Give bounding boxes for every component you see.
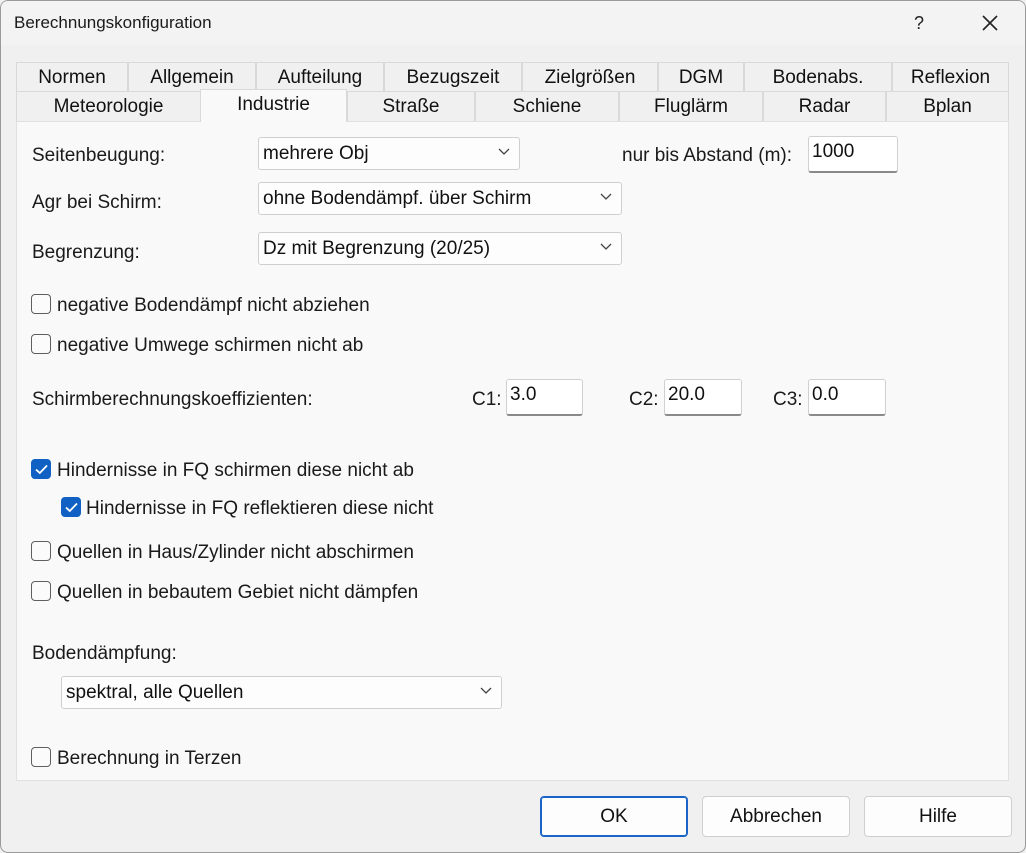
hindernisse-schirmen-label: Hindernisse in FQ schirmen diese nicht a… (57, 460, 414, 481)
hindernisse-reflektieren-label: Hindernisse in FQ reflektieren diese nic… (86, 498, 434, 519)
tab-bplan[interactable]: Bplan (886, 91, 1009, 121)
ok-button[interactable]: OK (540, 796, 688, 837)
seitenbeugung-value: mehrere Obj (263, 143, 369, 164)
quellen-haus-checkbox[interactable] (31, 541, 51, 561)
chevron-down-icon (498, 148, 510, 155)
checkmark-icon (65, 502, 78, 513)
agr-value: ohne Bodendämpf. über Schirm (263, 188, 532, 209)
c2-input[interactable]: 20.0 (664, 379, 742, 416)
window-title: Berechnungskonfiguration (14, 13, 212, 32)
agr-select[interactable]: ohne Bodendämpf. über Schirm (258, 182, 622, 215)
tab-bezugszeit[interactable]: Bezugszeit (384, 62, 522, 92)
quellen-bebaut-checkbox[interactable] (31, 581, 51, 601)
chevron-down-icon (600, 193, 612, 200)
tab-radar[interactable]: Radar (763, 91, 886, 121)
tab-industrie[interactable]: Industrie (200, 89, 347, 122)
schirm-koeff-label: Schirmberechnungskoeffizienten: (32, 389, 313, 410)
tab-fluglaerm[interactable]: Fluglärm (619, 91, 763, 121)
seitenbeugung-select[interactable]: mehrere Obj (258, 137, 520, 170)
begrenzung-label: Begrenzung: (32, 242, 140, 263)
hindernisse-reflektieren-checkbox[interactable] (61, 497, 81, 517)
c1-input[interactable]: 3.0 (506, 379, 583, 416)
close-icon (982, 15, 998, 31)
c3-input[interactable]: 0.0 (808, 379, 886, 416)
agr-label: Agr bei Schirm: (32, 192, 162, 213)
hindernisse-schirmen-checkbox[interactable] (31, 459, 51, 479)
neg-bodendaempf-label: negative Bodendämpf nicht abziehen (57, 295, 370, 316)
neg-umwege-label: negative Umwege schirmen nicht ab (57, 335, 364, 356)
bodendaempfung-value: spektral, alle Quellen (66, 682, 244, 703)
neg-bodendaempf-checkbox[interactable] (31, 294, 51, 314)
tab-normen[interactable]: Normen (16, 62, 128, 92)
cancel-button[interactable]: Abbrechen (702, 796, 850, 837)
dialog-window: Berechnungskonfiguration ? Normen Allgem… (0, 0, 1026, 853)
begrenzung-select[interactable]: Dz mit Begrenzung (20/25) (258, 232, 622, 265)
tab-schiene[interactable]: Schiene (475, 91, 619, 121)
seitenbeugung-label: Seitenbeugung: (32, 145, 166, 166)
c2-label: C2: (629, 389, 659, 410)
tab-allgemein[interactable]: Allgemein (128, 62, 256, 92)
tab-meteorologie[interactable]: Meteorologie (16, 91, 201, 121)
tab-dgm[interactable]: DGM (658, 62, 744, 92)
quellen-haus-label: Quellen in Haus/Zylinder nicht abschirme… (57, 542, 414, 563)
begrenzung-value: Dz mit Begrenzung (20/25) (263, 238, 491, 259)
tab-zielgroessen[interactable]: Zielgrößen (522, 62, 658, 92)
close-button[interactable] (967, 7, 1013, 39)
bodendaempfung-select[interactable]: spektral, alle Quellen (61, 676, 502, 709)
tab-bodenabs[interactable]: Bodenabs. (744, 62, 892, 92)
terzen-label: Berechnung in Terzen (57, 748, 242, 769)
tab-reflexion[interactable]: Reflexion (892, 62, 1009, 92)
tab-aufteilung[interactable]: Aufteilung (256, 62, 384, 92)
chevron-down-icon (600, 243, 612, 250)
neg-umwege-checkbox[interactable] (31, 334, 51, 354)
checkmark-icon (35, 464, 48, 475)
title-bar: Berechnungskonfiguration ? (1, 1, 1025, 45)
help-title-button[interactable]: ? (897, 7, 941, 39)
quellen-bebaut-label: Quellen in bebautem Gebiet nicht dämpfen (57, 582, 419, 603)
tab-strasse[interactable]: Straße (347, 91, 475, 121)
c1-label: C1: (472, 389, 502, 410)
terzen-checkbox[interactable] (31, 747, 51, 767)
chevron-down-icon (480, 687, 492, 694)
abstand-input[interactable]: 1000 (808, 136, 898, 173)
abstand-label: nur bis Abstand (m): (622, 145, 793, 166)
help-button[interactable]: Hilfe (864, 796, 1012, 837)
bodendaempfung-label: Bodendämpfung: (32, 643, 177, 664)
c3-label: C3: (773, 389, 803, 410)
